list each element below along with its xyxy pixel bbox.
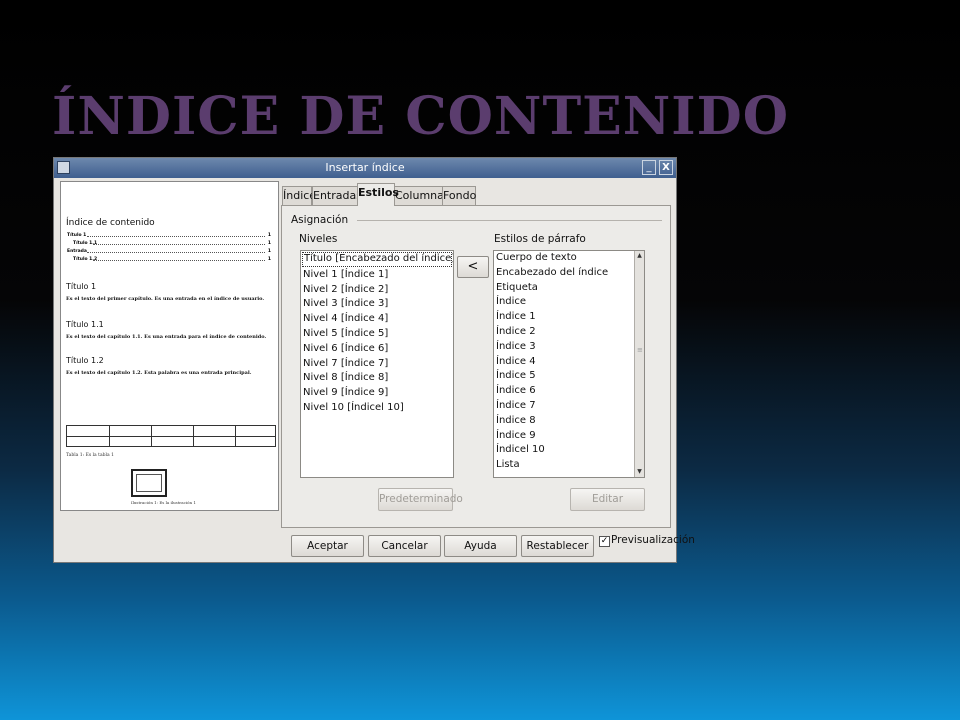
list-item[interactable]: Índicel 10 [494, 443, 644, 458]
scroll-grip-icon[interactable]: ≡ [637, 347, 643, 354]
list-item[interactable]: Índice [494, 295, 644, 310]
preview-paragraph: Es el texto del capítulo 1.1. Es una ent… [66, 334, 267, 340]
cancel-button[interactable]: Cancelar [368, 535, 441, 557]
levels-label: Niveles [299, 233, 338, 245]
preview-toc-heading: Índice de contenido [66, 218, 155, 228]
preview-checkbox[interactable]: ✓ [599, 536, 610, 547]
list-item[interactable]: Índice 8 [494, 414, 644, 429]
preview-table-caption: Tabla 1: Es la tabla 1 [66, 453, 114, 458]
list-item[interactable]: Lista [494, 458, 644, 473]
help-button[interactable]: Ayuda [444, 535, 517, 557]
minimize-button[interactable]: _ [642, 160, 656, 175]
list-item[interactable]: Nivel 10 [Índicel 10] [301, 401, 453, 416]
tab-fondo[interactable]: Fondo [442, 186, 476, 205]
list-item[interactable]: Etiqueta [494, 281, 644, 296]
list-item[interactable]: Índice 5 [494, 369, 644, 384]
preview-toc-line: Título 11 [67, 233, 271, 238]
list-item[interactable]: Nivel 7 [Índice 7] [301, 357, 453, 372]
slide-title: ÍNDICE DE CONTENIDO [52, 86, 790, 147]
list-item[interactable]: Nivel 1 [Índice 1] [301, 268, 453, 283]
list-item[interactable]: Índice 1 [494, 310, 644, 325]
window-title: Insertar índice [325, 161, 405, 174]
list-item[interactable]: Nivel 5 [Índice 5] [301, 327, 453, 342]
paragraph-styles-label: Estilos de párrafo [494, 233, 586, 245]
list-item[interactable]: Índice 3 [494, 340, 644, 355]
preview-page: Índice de contenido Título 11 Título 1.1… [60, 181, 279, 511]
list-item[interactable]: Título [Encabezado del índice] [302, 252, 453, 267]
preview-toc-line: Entrada 1 [67, 249, 271, 254]
list-item[interactable]: Nivel 8 [Índice 8] [301, 371, 453, 386]
levels-list[interactable]: Título [Encabezado del índice] Nivel 1 [… [300, 250, 454, 478]
reset-button[interactable]: Restablecer [521, 535, 594, 557]
insert-index-dialog: Insertar índice _ X Índice de contenido … [53, 157, 695, 563]
tab-entradas[interactable]: Entradas [312, 186, 362, 205]
scroll-up-icon[interactable]: ▲ [635, 251, 644, 261]
default-button[interactable]: Predeterminado [378, 488, 463, 511]
list-item[interactable]: Nivel 4 [Índice 4] [301, 312, 453, 327]
preview-table [66, 425, 276, 447]
tab-indice[interactable]: Índice [282, 186, 316, 205]
preview-paragraph: Es el texto del capítulo 1.2. Esta palab… [66, 370, 252, 376]
assignment-group-label: Asignación [291, 214, 349, 226]
preview-checkbox-label: Previsualización [611, 534, 695, 546]
list-item[interactable]: Índice 2 [494, 325, 644, 340]
list-item[interactable]: Nivel 3 [Índice 3] [301, 297, 453, 312]
list-item[interactable]: Índice 4 [494, 355, 644, 370]
preview-toc-line: Título 1.2 1 [73, 257, 271, 262]
list-item[interactable]: Nivel 6 [Índice 6] [301, 342, 453, 357]
list-item[interactable]: Índice 6 [494, 384, 644, 399]
ok-button[interactable]: Aceptar [291, 535, 364, 557]
preview-heading: Título 1.1 [66, 320, 104, 329]
preview-heading: Título 1.2 [66, 356, 104, 365]
group-divider [357, 220, 662, 221]
scroll-down-icon[interactable]: ▼ [635, 467, 644, 477]
list-item[interactable]: Nivel 9 [Índice 9] [301, 386, 453, 401]
tab-columnas[interactable]: Columnas [394, 186, 450, 205]
list-item[interactable]: Cuerpo de texto [494, 251, 644, 266]
preview-toc-line: Título 1.1 1 [73, 241, 271, 246]
edit-button[interactable]: Editar [570, 488, 645, 511]
paragraph-styles-list[interactable]: Cuerpo de texto Encabezado del índice Et… [493, 250, 645, 478]
preview-image-caption: Ilustración 1: Es la ilustración 1 [131, 500, 196, 505]
styles-scrollbar[interactable]: ▲ ≡ ▼ [634, 251, 644, 477]
list-item[interactable]: Encabezado del índice [494, 266, 644, 281]
preview-heading: Título 1 [66, 282, 97, 291]
list-item[interactable]: Nivel 2 [Índice 2] [301, 283, 453, 298]
list-item[interactable]: Índice 7 [494, 399, 644, 414]
preview-paragraph: Es el texto del primer capítulo. Es una … [66, 296, 265, 302]
preview-picture-icon [131, 469, 167, 497]
title-bar: Insertar índice _ X [54, 158, 676, 178]
list-item[interactable]: Índice 9 [494, 429, 644, 444]
assign-style-button[interactable]: < [457, 256, 489, 278]
close-button[interactable]: X [659, 160, 673, 175]
tab-estilos[interactable]: Estilos [357, 183, 399, 206]
